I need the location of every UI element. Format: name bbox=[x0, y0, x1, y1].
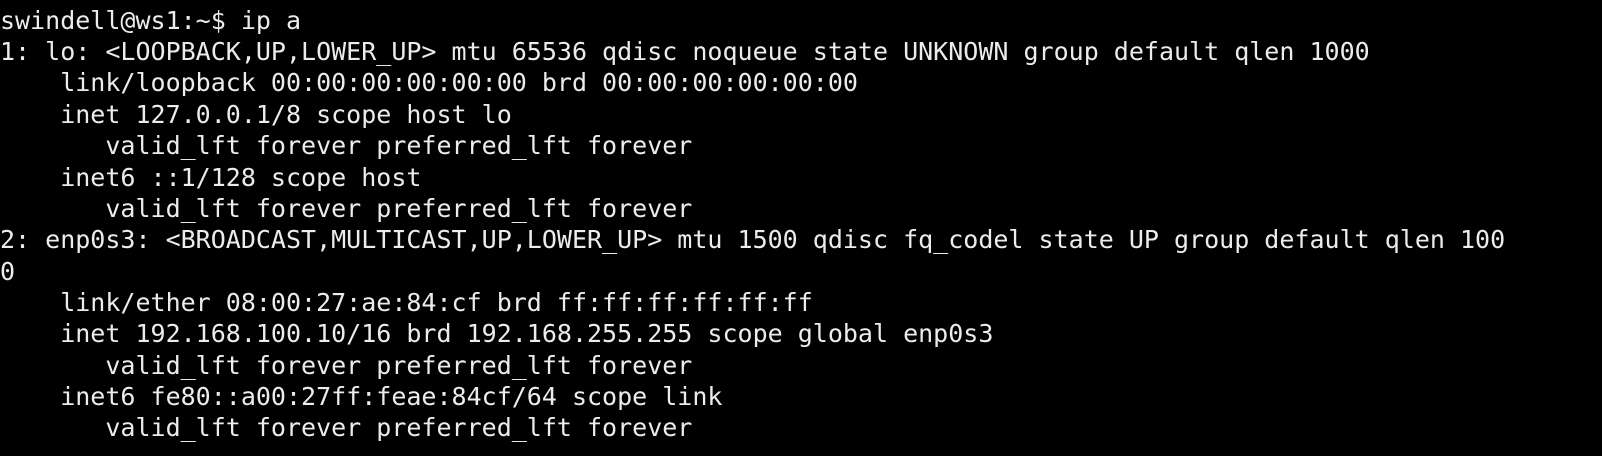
output-line-lo-inet6: inet6 ::1/128 scope host bbox=[0, 163, 422, 192]
output-line-enp0s3-inet: inet 192.168.100.10/16 brd 192.168.255.2… bbox=[0, 319, 994, 348]
output-line-enp0s3-header-wrap: 0 bbox=[0, 257, 16, 286]
output-line-lo-link: link/loopback 00:00:00:00:00:00 brd 00:0… bbox=[0, 68, 858, 97]
output-line-enp0s3-header: 2: enp0s3: <BROADCAST,MULTICAST,UP,LOWER… bbox=[0, 225, 1506, 254]
output-line-lo-inet6-lft: valid_lft forever preferred_lft forever bbox=[0, 194, 693, 223]
terminal-window[interactable]: swindell@ws1:~$ ip a 1: lo: <LOOPBACK,UP… bbox=[0, 0, 1602, 456]
output-line-lo-inet: inet 127.0.0.1/8 scope host lo bbox=[0, 100, 512, 129]
command-prompt-line: swindell@ws1:~$ ip a bbox=[0, 6, 302, 35]
output-line-enp0s3-link: link/ether 08:00:27:ae:84:cf brd ff:ff:f… bbox=[0, 288, 813, 317]
output-line-enp0s3-inet6-lft: valid_lft forever preferred_lft forever bbox=[0, 413, 693, 442]
output-line-enp0s3-inet6: inet6 fe80::a00:27ff:feae:84cf/64 scope … bbox=[0, 382, 723, 411]
output-line-lo-header: 1: lo: <LOOPBACK,UP,LOWER_UP> mtu 65536 … bbox=[0, 37, 1370, 66]
output-line-lo-inet-lft: valid_lft forever preferred_lft forever bbox=[0, 131, 693, 160]
output-line-enp0s3-inet-lft: valid_lft forever preferred_lft forever bbox=[0, 351, 693, 380]
